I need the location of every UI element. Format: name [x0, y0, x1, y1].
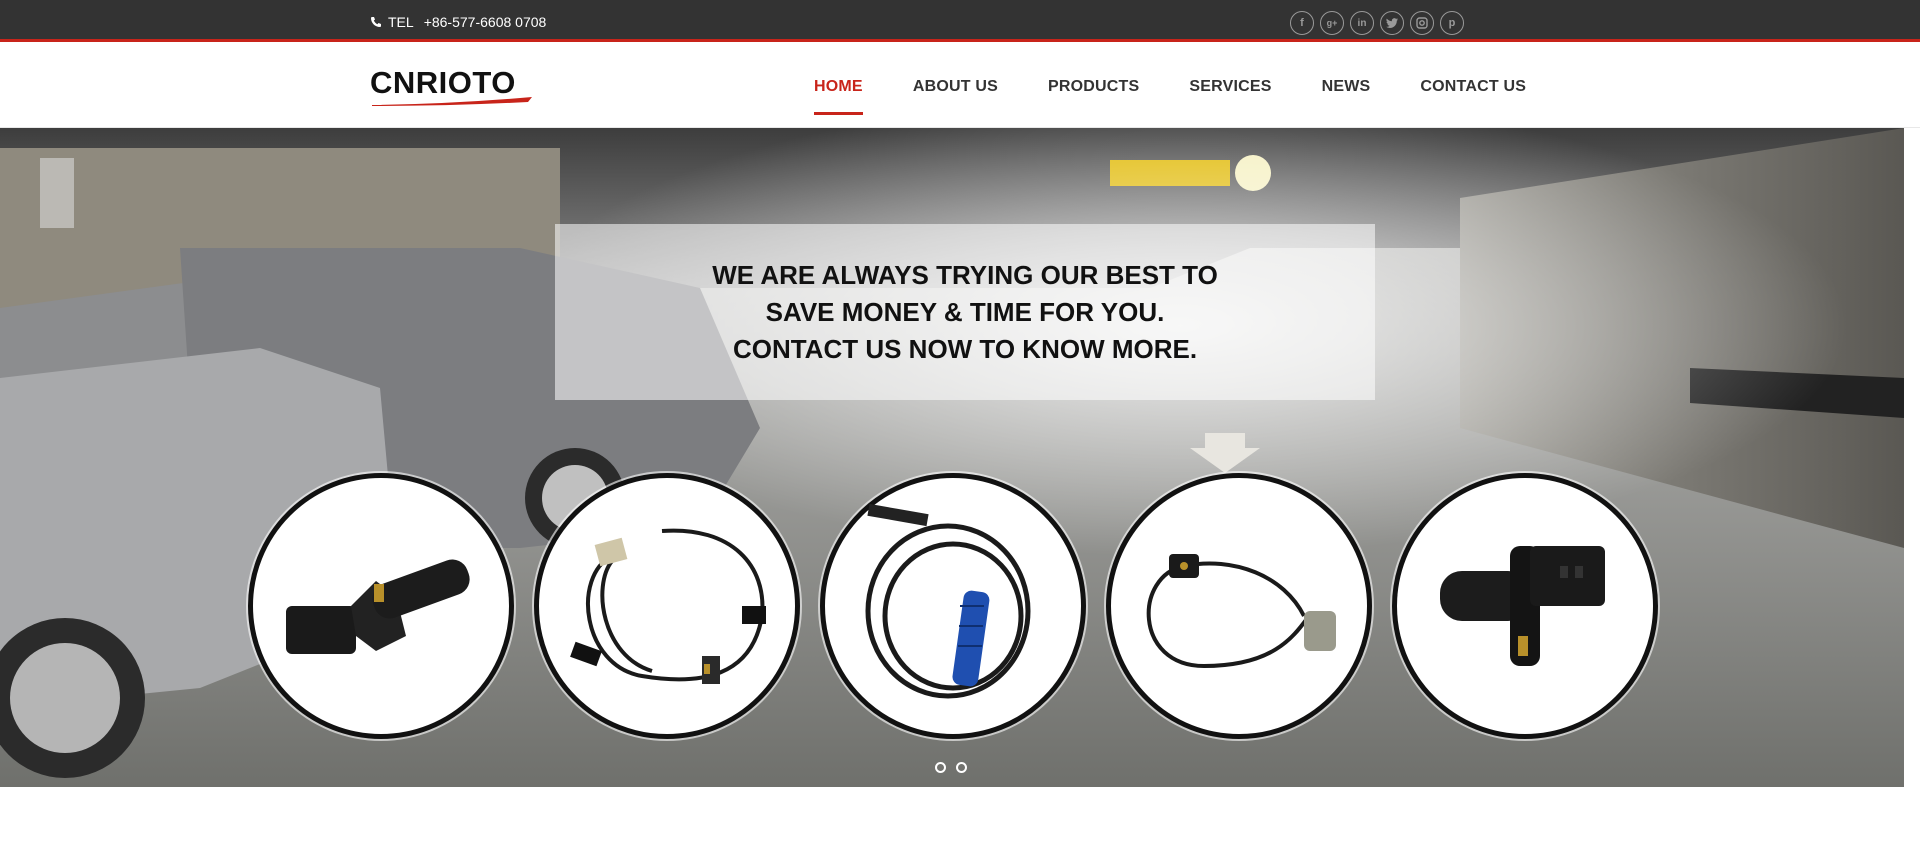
hero-banner: WE ARE ALWAYS TRYING OUR BEST TO SAVE MO… — [555, 224, 1375, 400]
nav-contact-us[interactable]: CONTACT US — [1420, 45, 1526, 128]
google-plus-icon[interactable]: g+ — [1320, 11, 1344, 35]
wheel-speed-sensor-cable-icon — [570, 528, 766, 684]
nav-about-us[interactable]: ABOUT US — [913, 45, 998, 128]
hero-slider[interactable]: WE ARE ALWAYS TRYING OUR BEST TO SAVE MO… — [0, 128, 1904, 787]
nav-news[interactable]: NEWS — [1322, 45, 1371, 128]
instagram-icon[interactable] — [1410, 11, 1434, 35]
logo-swoosh-icon — [372, 97, 532, 106]
slide-dots — [935, 762, 967, 773]
tel-label: TEL — [388, 14, 414, 30]
nav-products[interactable]: PRODUCTS — [1048, 45, 1139, 128]
linkedin-icon[interactable]: in — [1350, 11, 1374, 35]
site-header: CNRIOTO HOME ABOUT US PRODUCTS SERVICES … — [0, 45, 1920, 128]
logo[interactable]: CNRIOTO — [370, 65, 532, 106]
abs-sensor-icon — [286, 559, 470, 654]
telephone-info: TEL +86-577-6608 0708 — [370, 14, 546, 30]
hero-line-1: WE ARE ALWAYS TRYING OUR BEST TO — [712, 259, 1218, 290]
product-circle[interactable] — [820, 473, 1086, 739]
topbar: TEL +86-577-6608 0708 f g+ in p — [0, 0, 1920, 42]
nav-home[interactable]: HOME — [814, 45, 863, 128]
twitter-icon[interactable] — [1380, 11, 1404, 35]
product-circle[interactable] — [534, 473, 800, 739]
slide-dot-2[interactable] — [956, 762, 967, 773]
logo-text: CNRIOTO — [370, 65, 516, 100]
facebook-icon[interactable]: f — [1290, 11, 1314, 35]
hero-line-3: CONTACT US NOW TO KNOW MORE. — [732, 333, 1198, 364]
product-circles — [248, 473, 1658, 739]
camshaft-sensor-icon — [1440, 546, 1605, 666]
product-circle[interactable] — [1106, 473, 1372, 739]
social-links: f g+ in p — [1290, 11, 1464, 35]
product-circle[interactable] — [1392, 473, 1658, 739]
abs-sensor-blue-icon — [865, 503, 1031, 699]
hero-line-2: SAVE MONEY & TIME FOR YOU. — [765, 296, 1165, 327]
tel-number: +86-577-6608 0708 — [423, 14, 547, 30]
pinterest-icon[interactable]: p — [1440, 11, 1464, 35]
phone-icon — [371, 17, 381, 27]
main-nav: HOME ABOUT US PRODUCTS SERVICES NEWS CON… — [814, 45, 1526, 128]
slide-dot-1[interactable] — [935, 762, 946, 773]
nav-services[interactable]: SERVICES — [1189, 45, 1271, 128]
product-circle[interactable] — [248, 473, 514, 739]
speed-sensor-cable-icon — [1146, 554, 1336, 669]
